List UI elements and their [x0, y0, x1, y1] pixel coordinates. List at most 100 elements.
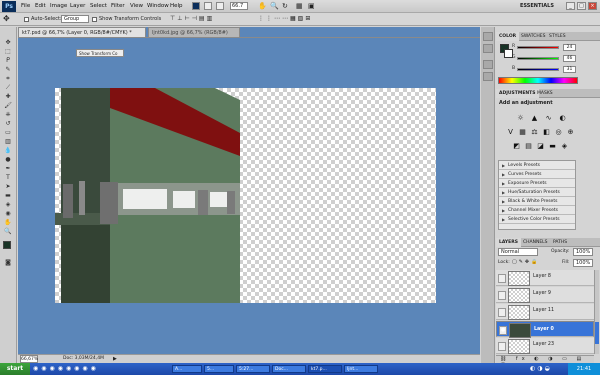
posterize-icon[interactable]: ▤: [524, 142, 533, 151]
distribute-buttons-group[interactable]: ⋮⋮⋯⋯▦▧⊞: [258, 15, 353, 23]
minimize-button[interactable]: _: [566, 2, 575, 10]
green-value-field[interactable]: 46: [563, 55, 576, 62]
clone-stamp-tool-icon[interactable]: ⎈: [3, 111, 13, 119]
type-tool-icon[interactable]: T: [3, 174, 13, 182]
visibility-toggle[interactable]: [498, 342, 506, 351]
menu-edit[interactable]: Edit: [35, 2, 46, 11]
auto-select-checkbox[interactable]: [24, 17, 29, 22]
show-transform-checkbox[interactable]: [92, 17, 97, 22]
healing-brush-tool-icon[interactable]: ✚: [3, 93, 13, 101]
taskbar-button[interactable]: 5:27...: [236, 365, 270, 373]
curves-icon[interactable]: ∿: [544, 114, 553, 123]
channel-mixer-icon[interactable]: ⊕: [566, 128, 575, 137]
tab-swatches[interactable]: SWATCHES: [518, 32, 549, 41]
photo-filter-icon[interactable]: ◎: [554, 128, 563, 137]
blend-mode-dropdown[interactable]: Normal: [498, 248, 538, 256]
move-tool-preset-icon[interactable]: ✥: [3, 15, 10, 23]
menu-select[interactable]: Select: [90, 2, 107, 11]
preset-levels[interactable]: Levels Presets: [499, 162, 575, 170]
taskbar-button[interactable]: ljnt...: [344, 365, 378, 373]
zoom-tool-icon-2[interactable]: 🔍: [3, 228, 13, 236]
blue-slider[interactable]: [517, 68, 559, 71]
zoom-tool-icon[interactable]: 🔍: [270, 2, 279, 10]
hand-tool-icon[interactable]: ✋: [258, 2, 267, 10]
status-menu-arrow-icon[interactable]: ▶: [113, 356, 117, 362]
exposure-icon[interactable]: ◐: [558, 114, 567, 123]
preset-curves[interactable]: Curves Presets: [499, 171, 575, 179]
start-button[interactable]: start: [0, 363, 30, 375]
selective-color-icon[interactable]: ◈: [560, 142, 569, 151]
menu-layer[interactable]: Layer: [70, 2, 85, 11]
actions-panel-icon[interactable]: [483, 44, 493, 53]
auto-select-dropdown[interactable]: Group: [61, 15, 89, 23]
hue-saturation-icon[interactable]: ▦: [518, 128, 527, 137]
tab-ljnt0kd-jpg[interactable]: ljnt0kd.jpg @ 66,7% (RGB/8#): [148, 27, 240, 37]
blue-value-field[interactable]: 31: [563, 66, 576, 73]
vibrance-icon[interactable]: V: [506, 128, 515, 137]
taskbar-button[interactable]: Doc...: [272, 365, 306, 373]
history-brush-tool-icon[interactable]: ↺: [3, 120, 13, 128]
hand-tool-icon-2[interactable]: ✋: [3, 219, 13, 227]
preset-black-white[interactable]: Black & White Presets: [499, 198, 575, 206]
menu-window[interactable]: Window: [147, 2, 169, 11]
quick-launch-icons[interactable]: ◉◉◉◉◉◉◉◉: [33, 365, 99, 373]
layer-row[interactable]: Layer 11: [496, 304, 594, 320]
preset-selective-color[interactable]: Selective Color Presets: [499, 216, 575, 224]
tab-adjustments[interactable]: ADJUSTMENTS: [496, 89, 539, 98]
blur-tool-icon[interactable]: 💧: [3, 147, 13, 155]
workspace-switcher[interactable]: ESSENTIALS: [520, 2, 564, 11]
visibility-toggle[interactable]: [498, 274, 506, 283]
tab-color[interactable]: COLOR: [496, 32, 520, 41]
path-selection-tool-icon[interactable]: ➤: [3, 183, 13, 191]
tab-channels[interactable]: CHANNELS: [520, 238, 551, 247]
brush-tool-icon[interactable]: 🖌: [3, 102, 13, 110]
rotate-view-icon[interactable]: ↻: [282, 2, 288, 10]
dodge-tool-icon[interactable]: ●: [3, 156, 13, 164]
quick-select-tool-icon[interactable]: ✎: [3, 66, 13, 74]
history-panel-icon[interactable]: [483, 32, 493, 41]
levels-icon[interactable]: ▲: [530, 114, 539, 123]
green-slider[interactable]: [517, 57, 559, 60]
tab-layers[interactable]: LAYERS: [496, 238, 521, 247]
threshold-icon[interactable]: ◪: [536, 142, 545, 151]
brush-panel-icon[interactable]: [483, 60, 493, 69]
menu-help[interactable]: Help: [170, 2, 183, 11]
layer-row[interactable]: Layer 8: [496, 270, 594, 286]
layers-footer-buttons[interactable]: ⛓ fx ◐ ◑ ▭ ▤ 🗑: [496, 355, 594, 369]
bridge-icon[interactable]: [192, 2, 200, 10]
menu-view[interactable]: View: [130, 2, 143, 11]
preset-hue-saturation[interactable]: Hue/Saturation Presets: [499, 189, 575, 197]
black-white-icon[interactable]: ◧: [542, 128, 551, 137]
opacity-field[interactable]: 100%: [573, 248, 593, 256]
layer-row-selected[interactable]: ● Layer 0: [496, 321, 594, 338]
pen-tool-icon[interactable]: ✒: [3, 165, 13, 173]
taskbar-button-active[interactable]: kt7.p...: [308, 365, 342, 373]
arrange-documents-icon[interactable]: ▦: [296, 2, 303, 10]
clone-source-panel-icon[interactable]: [483, 72, 493, 81]
menu-image[interactable]: Image: [50, 2, 67, 11]
image-canvas[interactable]: [55, 88, 436, 303]
foreground-color-swatch[interactable]: [3, 241, 11, 249]
visibility-toggle[interactable]: [498, 291, 506, 300]
gradient-tool-icon[interactable]: ▥: [3, 138, 13, 146]
layers-scrollbar[interactable]: [594, 270, 599, 354]
status-zoom-field[interactable]: 66,67%: [20, 355, 38, 363]
tab-kt7-psd[interactable]: kt7.psd @ 66,7% (Layer 0, RGB/8#/CMYK) *: [18, 27, 146, 37]
quick-mask-icon[interactable]: ◙: [3, 259, 13, 267]
preset-exposure[interactable]: Exposure Presets: [499, 180, 575, 188]
scrollbar-thumb[interactable]: [595, 322, 599, 344]
eyedropper-tool-icon[interactable]: ⟋: [3, 84, 13, 92]
3d-camera-tool-icon[interactable]: ◉: [3, 210, 13, 218]
maximize-button[interactable]: □: [577, 2, 586, 10]
minibridge-icon[interactable]: [204, 2, 212, 10]
red-value-field[interactable]: 24: [563, 44, 576, 51]
tab-styles[interactable]: STYLES: [546, 32, 569, 41]
lock-icons[interactable]: ▢✎✥🔒: [512, 259, 539, 265]
marquee-tool-icon[interactable]: ⬚: [3, 48, 13, 56]
brightness-contrast-icon[interactable]: ☼: [516, 114, 525, 123]
close-button[interactable]: ×: [588, 2, 597, 10]
color-balance-icon[interactable]: ⚖: [530, 128, 539, 137]
red-slider[interactable]: [517, 46, 559, 49]
move-tool-icon[interactable]: ✥: [3, 39, 13, 47]
color-spectrum-ramp[interactable]: [498, 77, 578, 84]
